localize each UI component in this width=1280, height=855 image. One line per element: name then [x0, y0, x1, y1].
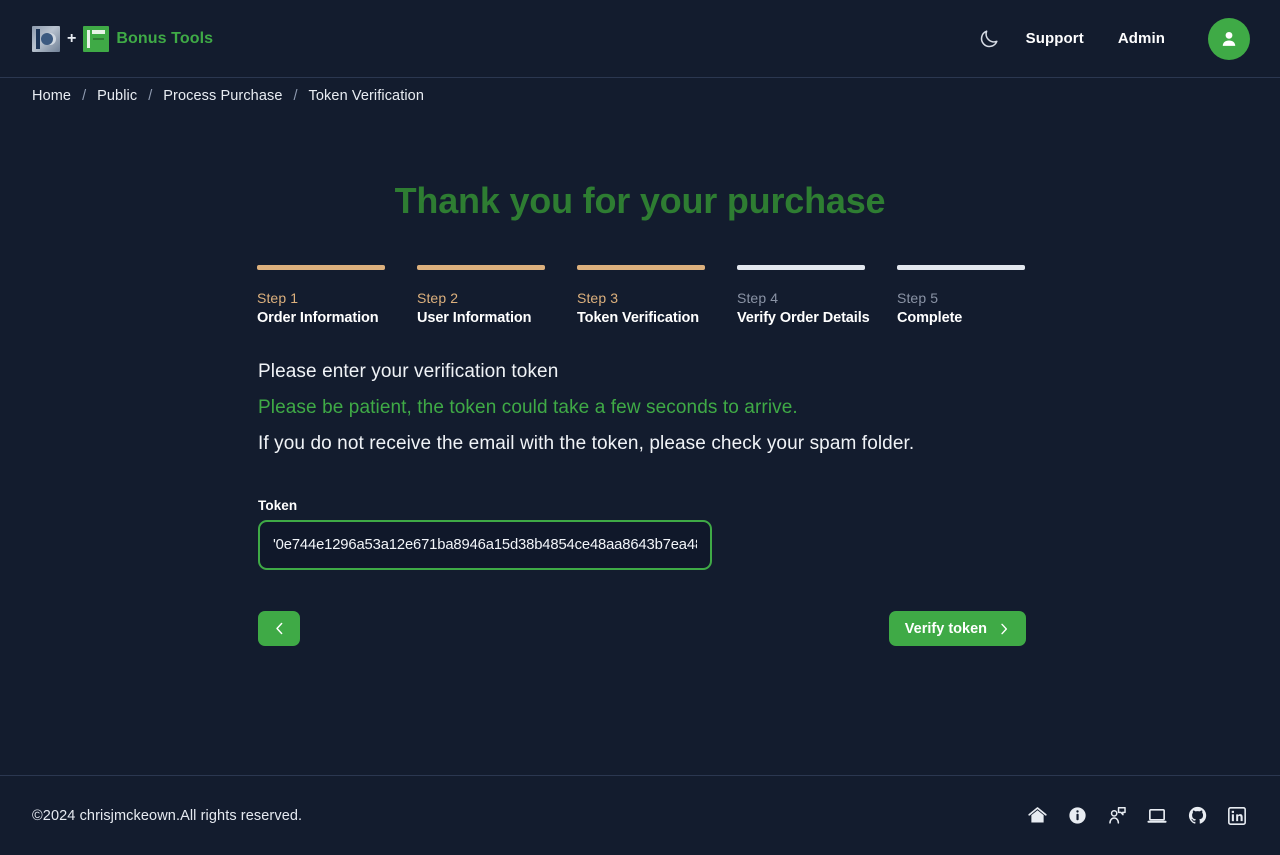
footer-github-link[interactable]	[1186, 805, 1208, 827]
step-number: Step 2	[417, 290, 459, 306]
breadcrumb-item-public[interactable]: Public	[97, 88, 137, 104]
step-progress-bar	[257, 265, 385, 270]
site-footer: ©2024 chrisjmckeown.All rights reserved.	[0, 775, 1280, 855]
footer-info-link[interactable]	[1066, 805, 1088, 827]
step-progress-bar	[577, 265, 705, 270]
breadcrumb-separator: /	[293, 88, 298, 104]
copyright-text: ©2024 chrisjmckeown.All rights reserved.	[32, 807, 303, 824]
progress-stepper: Step 1 Order Information Step 2 User Inf…	[255, 265, 1025, 326]
footer-laptop-link[interactable]	[1146, 805, 1168, 827]
step-label: Order Information	[257, 310, 379, 326]
step-label: Token Verification	[577, 310, 700, 326]
github-icon	[1188, 806, 1206, 824]
brand-name: Bonus Tools	[116, 29, 214, 47]
brand-logo-link[interactable]: + Bonus Tools	[32, 25, 214, 52]
chevron-left-icon	[275, 622, 282, 635]
nav-link-admin[interactable]: Admin	[1101, 30, 1182, 47]
chevron-right-icon	[1001, 623, 1008, 634]
instruction-patience-note: Please be patient, the token could take …	[258, 397, 798, 418]
logo-plus-separator: +	[67, 29, 77, 47]
laptop-icon	[1147, 808, 1167, 823]
breadcrumb: Home / Public / Process Purchase / Token…	[0, 78, 1280, 114]
verify-token-label: Verify token	[904, 620, 987, 637]
breadcrumb-separator: /	[82, 88, 87, 104]
footer-linkedin-link[interactable]	[1226, 805, 1248, 827]
step-label: User Information	[417, 310, 532, 326]
contact-icon	[1108, 807, 1126, 824]
page-root: + Bonus Tools Support Admin Home / Publi	[0, 0, 1280, 855]
breadcrumb-item-token-verification: Token Verification	[308, 88, 424, 104]
back-button[interactable]	[258, 611, 300, 646]
footer-home-link[interactable]	[1026, 805, 1048, 827]
step-number: Step 3	[577, 290, 619, 306]
stepper-step-3[interactable]: Step 3 Token Verification	[577, 265, 705, 326]
stepper-step-5[interactable]: Step 5 Complete	[897, 265, 1025, 326]
instructions-block: Please enter your verification token Ple…	[255, 354, 1025, 462]
instruction-primary: Please enter your verification token	[258, 361, 559, 382]
breadcrumb-separator: /	[148, 88, 153, 104]
step-label: Verify Order Details	[737, 310, 870, 326]
header-nav: Support Admin	[969, 17, 1250, 60]
info-icon	[1068, 807, 1086, 824]
step-number: Step 4	[737, 290, 779, 306]
instruction-spam-note: If you do not receive the email with the…	[258, 433, 915, 454]
home-icon	[1027, 807, 1047, 823]
page-title: Thank you for your purchase	[394, 180, 886, 221]
social-links	[1026, 805, 1248, 827]
step-label: Complete	[897, 310, 963, 326]
step-number: Step 1	[257, 290, 299, 306]
breadcrumb-item-process-purchase[interactable]: Process Purchase	[163, 88, 282, 104]
token-field-label: Token	[258, 498, 298, 513]
token-input[interactable]	[258, 520, 712, 570]
user-avatar-icon	[1222, 31, 1236, 46]
linkedin-icon	[1228, 806, 1246, 825]
stepper-step-4[interactable]: Step 4 Verify Order Details	[737, 265, 870, 326]
moon-icon	[980, 29, 998, 47]
stepper-step-2[interactable]: Step 2 User Information	[417, 265, 545, 326]
content-wrapper: Thank you for your purchase Step 1 Order…	[255, 114, 1026, 646]
site-header: + Bonus Tools Support Admin	[0, 0, 1280, 78]
verify-token-button[interactable]: Verify token	[888, 611, 1026, 646]
kc-logo-icon	[32, 25, 60, 52]
step-progress-bar	[897, 265, 1025, 270]
theme-toggle-button[interactable]	[969, 19, 1009, 59]
stepper-step-1[interactable]: Step 1 Order Information	[257, 265, 385, 326]
avatar[interactable]	[1208, 17, 1250, 60]
breadcrumb-item-home[interactable]: Home	[32, 88, 71, 104]
step-number: Step 5	[897, 290, 939, 306]
form-actions: Verify token	[255, 611, 1026, 646]
step-progress-bar	[417, 265, 545, 270]
nav-link-support[interactable]: Support	[1009, 30, 1101, 47]
token-form-group: Token	[255, 498, 1025, 570]
footer-contact-link[interactable]	[1106, 805, 1128, 827]
t-logo-icon	[83, 25, 110, 52]
step-progress-bar	[737, 265, 865, 270]
main-content: Thank you for your purchase Step 1 Order…	[0, 114, 1280, 775]
